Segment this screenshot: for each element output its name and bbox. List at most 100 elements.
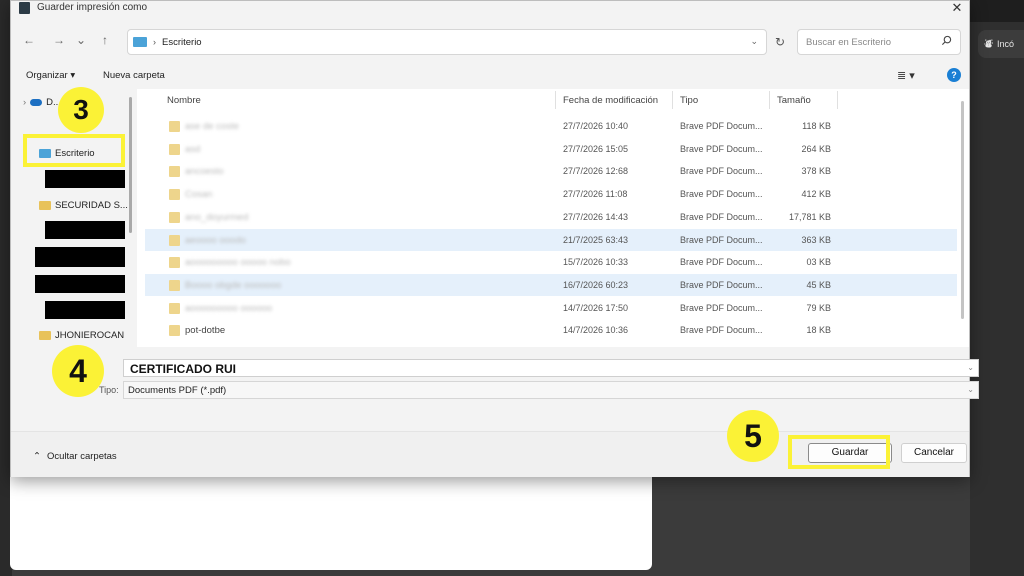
column-separator[interactable] — [672, 91, 673, 109]
file-date: 27/7/2026 10:40 — [563, 121, 629, 131]
file-list: Nombre Fecha de modificación Tipo Tamaño… — [137, 89, 969, 347]
search-placeholder: Buscar en Escriterio — [806, 37, 892, 48]
close-button[interactable]: ✕ — [949, 0, 965, 16]
highlight-desktop — [23, 134, 125, 167]
step-3-badge: 3 — [58, 87, 104, 133]
file-type: Brave PDF Docum... — [680, 325, 763, 336]
app-icon — [19, 2, 30, 14]
folder-icon — [169, 234, 180, 246]
file-type: Brave PDF Docum... — [680, 234, 763, 245]
folder-icon — [39, 331, 51, 340]
column-header-size[interactable]: Tamaño — [777, 95, 811, 106]
search-icon — [941, 35, 952, 46]
file-date: 14/7/2026 10:36 — [563, 325, 629, 336]
navigation-bar: ← → ⌄ ↑ › Escriterio ⌄ ↻ Buscar en Escri… — [11, 25, 969, 59]
column-separator[interactable] — [837, 91, 838, 109]
breadcrumb-location[interactable]: Escriterio — [162, 37, 202, 48]
file-size: 412 KB — [801, 189, 831, 200]
refresh-button[interactable]: ↻ — [767, 29, 793, 55]
file-name: ancoesto — [185, 166, 224, 178]
filetype-label: Tipo: — [99, 385, 119, 395]
file-name: asd — [185, 143, 201, 155]
folder-icon — [169, 211, 180, 223]
redacted-block — [45, 170, 125, 188]
file-date: 21/7/2025 63:43 — [563, 234, 629, 245]
file-row[interactable]: aeoooo ooodo 21/7/2025 63:43 Brave PDF Doc… — [145, 228, 957, 251]
sidebar-item-security[interactable]: SECURIDAD S... — [39, 200, 128, 211]
column-separator[interactable] — [769, 91, 770, 109]
view-options-icon[interactable]: ≣ ▾ — [897, 69, 915, 82]
folder-icon — [169, 121, 180, 132]
sidebar-item-jhonier[interactable]: JHONIEROCAN — [39, 330, 124, 341]
file-type: Brave PDF Docum... — [680, 166, 763, 177]
file-name: aooooooooo ooooo nobo — [185, 257, 291, 269]
file-size: 03 KB — [806, 257, 831, 268]
file-date: 15/7/2026 10:33 — [563, 257, 629, 268]
file-row[interactable]: asd 27/7/2026 15:05 Brave PDF Docum... 264 … — [145, 138, 957, 160]
file-size: 17,781 KB — [788, 211, 831, 222]
file-date: 14/7/2026 17:50 — [563, 302, 629, 313]
file-type: Brave PDF Docum... — [680, 302, 763, 313]
column-header-name[interactable]: Nombre — [167, 95, 201, 106]
file-size: 264 KB — [801, 143, 831, 154]
file-size: 378 KB — [801, 166, 831, 177]
up-button[interactable]: ↑ — [97, 33, 113, 47]
redacted-block — [35, 247, 125, 267]
dialog-titlebar: Guarder impresión como ✕ — [11, 0, 969, 17]
breadcrumb-separator: › — [153, 37, 156, 47]
file-row[interactable]: Cosan 27/7/2026 11:08 Brave PDF Docum... 41… — [145, 183, 957, 205]
file-row[interactable]: Boooo obgde ooooooo 16/7/2026 60:23 Brave … — [145, 273, 957, 296]
file-date: 16/7/2026 60:23 — [563, 279, 629, 290]
file-row[interactable]: ase de coste 27/7/2026 10:40 Brave PDF Doc… — [145, 115, 957, 137]
recent-locations-button[interactable]: ⌄ — [73, 33, 89, 47]
file-list-scrollbar[interactable] — [961, 101, 964, 319]
column-separator[interactable] — [555, 91, 556, 109]
file-type: Brave PDF Docum... — [680, 189, 763, 200]
file-row[interactable]: ano_doyurmed 27/7/2026 14:43 Brave PDF Doc… — [145, 206, 957, 228]
folder-icon — [169, 325, 180, 337]
folder-icon — [169, 302, 180, 314]
filename-input[interactable]: CERTIFICADO RUI ⌄ — [123, 359, 979, 377]
column-header-type[interactable]: Tipo — [680, 95, 698, 106]
organize-menu[interactable]: Organizar ▾ — [26, 70, 75, 81]
search-input[interactable]: Buscar en Escriterio — [797, 29, 961, 55]
chevron-down-icon[interactable]: ⌄ — [967, 363, 974, 372]
save-as-dialog: Guarder impresión como ✕ ← → ⌄ ↑ › Escri… — [10, 0, 979, 477]
forward-button[interactable]: → — [51, 33, 67, 47]
file-size: 18 KB — [806, 325, 831, 336]
file-name: aeoooo ooodo — [185, 234, 246, 246]
folder-icon — [169, 279, 180, 291]
column-header-date[interactable]: Fecha de modificación — [563, 95, 658, 106]
file-name: ase de coste — [185, 121, 239, 132]
folder-icon — [169, 257, 180, 269]
filetype-value: Documents PDF (*.pdf) — [128, 385, 227, 396]
cancel-button[interactable]: Cancelar — [901, 443, 967, 463]
help-icon[interactable]: ? — [947, 68, 961, 82]
file-row[interactable]: aooooooooo ooooo nobo 15/7/2026 10:33 Brav… — [145, 251, 957, 273]
browser-page-content — [10, 470, 652, 570]
hide-folders-toggle[interactable]: ⌃ Ocultar carpetas — [33, 451, 117, 462]
file-name: ano_doyurmed — [185, 211, 249, 223]
step-4-badge: 4 — [52, 345, 104, 397]
navigation-pane-scrollbar[interactable] — [129, 97, 132, 233]
filetype-select[interactable]: Documents PDF (*.pdf) ⌄ — [123, 381, 979, 399]
sidebar-item-label: JHONIEROCAN — [55, 330, 125, 341]
file-date: 27/7/2026 12:68 — [563, 166, 629, 177]
file-date: 27/7/2026 14:43 — [563, 211, 629, 222]
file-row[interactable]: pot-dotbe 14/7/2026 10:36 Brave PDF Docum.… — [145, 319, 957, 341]
new-folder-button[interactable]: Nueva carpeta — [103, 70, 165, 81]
redacted-block — [45, 221, 125, 239]
browser-right-titlebar — [970, 0, 1024, 22]
folder-icon — [169, 189, 180, 201]
browser-right-panel — [970, 0, 1024, 576]
incognito-badge[interactable]: ⛇ Incó — [978, 30, 1024, 58]
highlight-save — [788, 435, 890, 469]
file-row[interactable]: aooooooooo oooooo 14/7/2026 17:50 Brave PD… — [145, 297, 957, 319]
address-bar[interactable]: › Escriterio ⌄ — [127, 29, 767, 55]
address-dropdown-icon[interactable]: ⌄ — [750, 36, 758, 47]
back-button[interactable]: ← — [21, 33, 37, 47]
chevron-down-icon[interactable]: ⌄ — [967, 385, 974, 394]
folder-icon — [169, 143, 180, 155]
file-row[interactable]: ancoesto 27/7/2026 12:68 Brave PDF Docum..… — [145, 160, 957, 182]
file-name: Cosan — [185, 189, 213, 201]
